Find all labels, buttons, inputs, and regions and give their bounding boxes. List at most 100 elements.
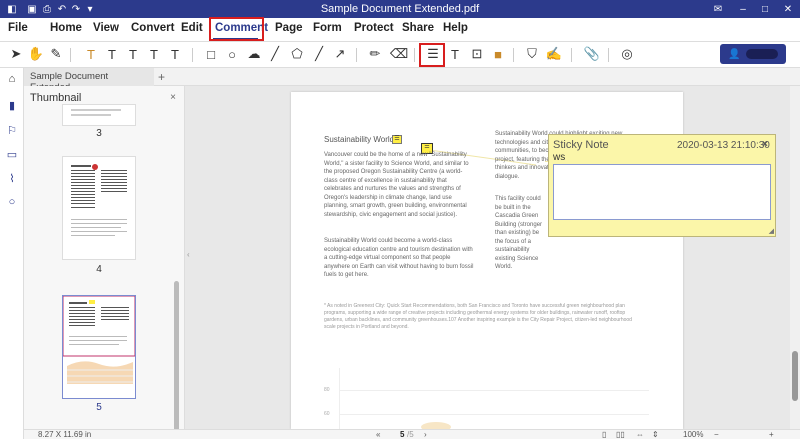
page-thumbnail-3[interactable] [62, 104, 136, 126]
resize-grip-icon[interactable]: ◢ [769, 227, 774, 235]
user-account-button[interactable]: 👤 [720, 44, 786, 64]
page-number-3: 3 [96, 128, 102, 139]
page-thumbnail-5[interactable] [62, 295, 136, 399]
line-icon[interactable]: ╱ [267, 46, 283, 62]
menu-protect[interactable]: Protect [354, 22, 394, 34]
menu-edit[interactable]: Edit [181, 22, 203, 34]
thumbnail-close-button[interactable]: × [170, 92, 176, 103]
page-thumbnail-3-content [71, 109, 121, 116]
two-page-view-icon[interactable]: ▯▯ [616, 430, 625, 439]
zoom-out-icon[interactable]: − [714, 430, 719, 439]
thumbnail-panel: Thumbnail × 3 4 5 [24, 86, 185, 431]
attachment-icon[interactable]: 📎 [584, 46, 600, 62]
page-thumbnail-5-content [62, 295, 136, 384]
menu-share[interactable]: Share [402, 22, 434, 34]
next-page-icon[interactable]: › [424, 430, 427, 439]
sticky-note-date: 2020-03-13 21:10:30 [677, 140, 770, 151]
edit-page-icon[interactable]: ✎ [48, 46, 64, 62]
single-page-view-icon[interactable]: ▯ [602, 430, 606, 439]
section-heading: Sustainability World [324, 135, 395, 144]
page-size: 8.27 X 11.69 in [38, 430, 92, 439]
hide-comments-icon[interactable]: ◎ [619, 46, 635, 62]
toolbar-divider [513, 48, 514, 62]
page-number-4: 4 [96, 264, 102, 275]
left-sidebar: ⌂ ▮ ⚐ ▭ ⌇ ○ [0, 68, 24, 439]
paragraph-col2-b: This facility could be built in the Casc… [495, 196, 543, 270]
eraser-icon[interactable]: ⌫ [390, 46, 408, 62]
toolbar-divider [414, 48, 415, 62]
document-scrollbar-thumb[interactable] [792, 351, 798, 401]
polygon-icon[interactable]: ⬠ [289, 46, 305, 62]
pencil-icon[interactable]: ✏ [367, 46, 383, 62]
squiggly-icon[interactable]: T [146, 46, 162, 62]
underline-icon[interactable]: T [125, 46, 141, 62]
chart-tick-80: 80 [324, 387, 330, 393]
hand-tool-icon[interactable]: ✋ [28, 46, 44, 62]
title-bar: ◧ ▣ ⎙ ↶ ↷ ▾ Sample Document Extended.pdf… [0, 0, 800, 18]
select-cursor-icon[interactable]: ➤ [8, 46, 24, 62]
toolbar-divider [70, 48, 71, 62]
fit-page-icon[interactable]: ⇕ [652, 430, 659, 439]
home-icon[interactable]: ⌂ [5, 72, 19, 86]
sticky-note-popup[interactable]: Sticky Note 2020-03-13 21:10:30 × ws ◢ [548, 134, 776, 237]
oval-icon[interactable]: ○ [224, 46, 240, 62]
stamp-icon[interactable]: ⛉ [524, 46, 540, 62]
pencil-line-icon[interactable]: ╱ [311, 46, 327, 62]
comment-menu-highlight [209, 17, 264, 41]
thumbnail-title: Thumbnail [30, 92, 82, 104]
menu-help[interactable]: Help [443, 22, 468, 34]
signature-icon[interactable]: ✍ [546, 46, 562, 62]
collapse-panel-icon[interactable]: ‹ [187, 250, 190, 259]
text-callout-icon[interactable]: ⊡ [469, 46, 485, 62]
search-icon[interactable]: ○ [5, 195, 19, 209]
thumbnail-scrollbar[interactable] [174, 281, 179, 431]
menu-form[interactable]: Form [313, 22, 342, 34]
mail-icon[interactable]: ✉ [712, 3, 724, 15]
chart-gridline [339, 390, 649, 391]
current-page[interactable]: 5 [400, 430, 404, 439]
menu-home[interactable]: Home [50, 22, 82, 34]
thumbnails-icon[interactable]: ▮ [5, 98, 19, 112]
add-tab-button[interactable]: + [158, 70, 165, 84]
comment-marker-icon[interactable]: ☰ [392, 135, 402, 144]
highlight-text-icon[interactable]: T [83, 46, 99, 62]
toolbar-divider [608, 48, 609, 62]
user-name-redacted [746, 49, 779, 59]
zoom-level[interactable]: 100% [683, 430, 703, 439]
zoom-in-icon[interactable]: + [769, 430, 774, 439]
sticky-note-tool-highlight [419, 43, 445, 67]
menu-view[interactable]: View [93, 22, 119, 34]
sticky-note-author: ws [553, 152, 566, 163]
close-window-icon[interactable]: ✕ [782, 3, 794, 15]
user-icon: 👤 [728, 48, 741, 60]
text-box-icon[interactable]: T [447, 46, 463, 62]
total-pages: /5 [407, 430, 414, 439]
menu-page[interactable]: Page [275, 22, 303, 34]
sticky-note-title: Sticky Note [553, 139, 609, 151]
rectangle-icon[interactable]: □ [203, 46, 219, 62]
status-bar: 8.27 X 11.69 in « 5 /5 › ▯ ▯▯ ⇔ ⇕ 100% −… [24, 429, 800, 439]
first-page-icon[interactable]: « [376, 430, 380, 439]
window-title: Sample Document Extended.pdf [320, 3, 480, 15]
menu-convert[interactable]: Convert [131, 22, 174, 34]
sticky-note-text-input[interactable] [553, 164, 771, 220]
maximize-icon[interactable]: □ [759, 3, 771, 15]
menu-file[interactable]: File [8, 22, 28, 34]
insert-text-icon[interactable]: T [167, 46, 183, 62]
fit-width-icon[interactable]: ⇔ [636, 430, 644, 439]
arrow-icon[interactable]: ↗ [332, 46, 348, 62]
toolbar-divider [571, 48, 572, 62]
bookmark-icon[interactable]: ⚐ [5, 123, 19, 137]
minimize-icon[interactable]: – [737, 3, 749, 15]
document-scrollbar[interactable] [790, 86, 800, 429]
attachments-icon[interactable]: ⌇ [5, 171, 19, 185]
toolbar-divider [356, 48, 357, 62]
cloud-icon[interactable]: ☁ [246, 46, 262, 62]
tab-sample-document[interactable]: Sample Document Extended [24, 68, 154, 93]
page-thumbnail-4[interactable] [62, 156, 136, 260]
comments-icon[interactable]: ▭ [5, 147, 19, 161]
area-highlight-icon[interactable]: ■ [490, 46, 506, 62]
sticky-note-close-button[interactable]: × [762, 139, 768, 150]
strikethrough-icon[interactable]: T [104, 46, 120, 62]
chart-axis [339, 368, 340, 429]
